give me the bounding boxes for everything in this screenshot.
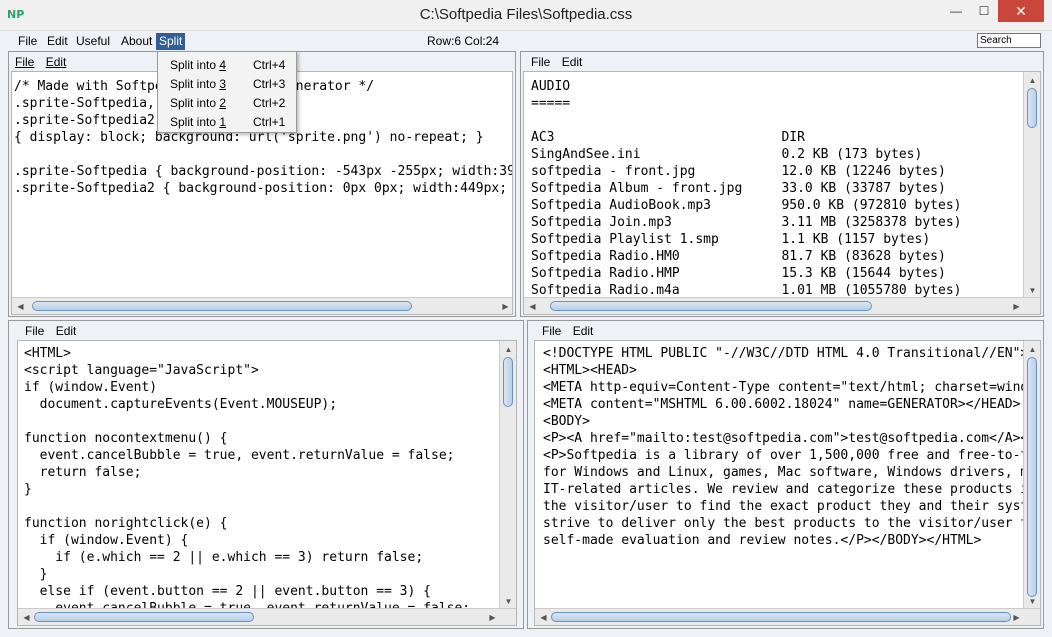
pane-menu-edit[interactable]: Edit — [573, 324, 594, 338]
menu-useful[interactable]: Useful — [73, 33, 113, 50]
editor-text: <!DOCTYPE HTML PUBLIC "-//W3C//DTD HTML … — [543, 346, 1041, 548]
editor-pane-bottom-left: File Edit <HTML> <script language="JavaS… — [8, 320, 524, 629]
pane-menu-file[interactable]: File — [15, 55, 34, 69]
editor-pane-bottom-right: File Edit <!DOCTYPE HTML PUBLIC "-//W3C/… — [527, 320, 1044, 629]
vertical-scrollbar[interactable]: ▲ ▼ — [499, 341, 516, 610]
maximize-button[interactable]: ☐ — [970, 0, 998, 22]
vertical-scroll-thumb[interactable] — [1027, 88, 1037, 128]
scroll-right-icon[interactable]: ▶ — [1008, 298, 1025, 314]
vertical-scrollbar[interactable]: ▲ ▼ — [1023, 72, 1040, 299]
editor-textarea[interactable]: AUDIO ===== AC3 DIR SingAndSee.ini 0.2 K… — [523, 71, 1041, 315]
scroll-right-icon[interactable]: ▶ — [1008, 609, 1025, 625]
menu-about[interactable]: About — [118, 33, 155, 50]
pane-menu-file[interactable]: File — [25, 324, 44, 338]
title-bar: NP C:\Softpedia Files\Softpedia.css — ☐ … — [0, 0, 1052, 31]
horizontal-scroll-thumb[interactable] — [32, 301, 412, 311]
scroll-left-icon[interactable]: ◀ — [12, 298, 29, 314]
menu-item-shortcut: Ctrl+2 — [253, 96, 286, 110]
pane-menubar: File Edit — [531, 55, 590, 69]
pane-menu-edit[interactable]: Edit — [46, 55, 67, 69]
horizontal-scrollbar[interactable]: ◀ ▶ — [12, 297, 512, 314]
pane-menu-file[interactable]: File — [542, 324, 561, 338]
main-menubar: File Edit Useful About Split Row:6 Col:2… — [8, 31, 1044, 51]
scroll-right-icon[interactable]: ▶ — [497, 298, 512, 314]
scroll-right-icon[interactable]: ▶ — [484, 609, 501, 625]
scroll-left-icon[interactable]: ◀ — [535, 609, 552, 625]
menu-split[interactable]: Split — [156, 33, 186, 50]
split-dropdown-menu: Split into 4 Ctrl+4 Split into 3 Ctrl+3 … — [157, 51, 297, 133]
window-title: C:\Softpedia Files\Softpedia.css — [419, 6, 633, 23]
horizontal-scrollbar[interactable]: ◀ ▶ — [18, 608, 516, 625]
menu-item-label: Split into 2 — [170, 96, 227, 110]
pane-menubar: File Edit — [15, 55, 74, 69]
scroll-left-icon[interactable]: ◀ — [524, 298, 541, 314]
scroll-up-icon[interactable]: ▲ — [500, 341, 516, 358]
editor-pane-top-right: File Edit AUDIO ===== AC3 DIR SingAndSee… — [520, 51, 1044, 317]
horizontal-scroll-thumb[interactable] — [551, 612, 1011, 622]
split-into-4-item[interactable]: Split into 4 Ctrl+4 — [158, 56, 296, 75]
horizontal-scroll-thumb[interactable] — [34, 612, 254, 622]
editor-textarea[interactable]: <!DOCTYPE HTML PUBLIC "-//W3C//DTD HTML … — [534, 340, 1041, 626]
scroll-up-icon[interactable]: ▲ — [1024, 72, 1040, 89]
vertical-scrollbar[interactable]: ▲ ▼ — [1023, 341, 1040, 610]
menu-item-shortcut: Ctrl+4 — [253, 58, 286, 72]
split-into-2-item[interactable]: Split into 2 Ctrl+2 — [158, 94, 296, 113]
menu-item-label: Split into 3 — [170, 77, 227, 91]
editor-text: AUDIO ===== AC3 DIR SingAndSee.ini 0.2 K… — [531, 79, 962, 298]
pane-menubar: File Edit — [542, 324, 601, 338]
window-controls: — ☐ ✕ — [942, 0, 1044, 22]
horizontal-scrollbar[interactable]: ◀ ▶ — [524, 297, 1040, 314]
split-into-1-item[interactable]: Split into 1 Ctrl+1 — [158, 113, 296, 132]
minimize-button[interactable]: — — [942, 0, 970, 22]
menu-item-shortcut: Ctrl+1 — [253, 115, 286, 129]
split-into-3-item[interactable]: Split into 3 Ctrl+3 — [158, 75, 296, 94]
menu-item-label: Split into 4 — [170, 58, 227, 72]
pane-menu-edit[interactable]: Edit — [56, 324, 77, 338]
horizontal-scrollbar[interactable]: ◀ ▶ — [535, 608, 1040, 625]
pane-menu-file[interactable]: File — [531, 55, 550, 69]
scroll-up-icon[interactable]: ▲ — [1024, 341, 1040, 358]
pane-menubar: File Edit — [25, 324, 84, 338]
scroll-left-icon[interactable]: ◀ — [18, 609, 35, 625]
vertical-scroll-thumb[interactable] — [1027, 357, 1037, 597]
menu-edit[interactable]: Edit — [44, 33, 71, 50]
menu-item-label: Split into 1 — [170, 115, 227, 129]
menu-item-shortcut: Ctrl+3 — [253, 77, 286, 91]
editor-textarea[interactable]: <HTML> <script language="JavaScript"> if… — [17, 340, 517, 626]
search-input[interactable] — [977, 33, 1041, 48]
editor-text: <HTML> <script language="JavaScript"> if… — [24, 346, 470, 616]
menu-file[interactable]: File — [15, 33, 40, 50]
close-button[interactable]: ✕ — [998, 0, 1044, 22]
pane-menu-edit[interactable]: Edit — [562, 55, 583, 69]
vertical-scroll-thumb[interactable] — [503, 357, 513, 407]
cursor-position-status: Row:6 Col:24 — [427, 34, 500, 48]
horizontal-scroll-thumb[interactable] — [550, 301, 872, 311]
